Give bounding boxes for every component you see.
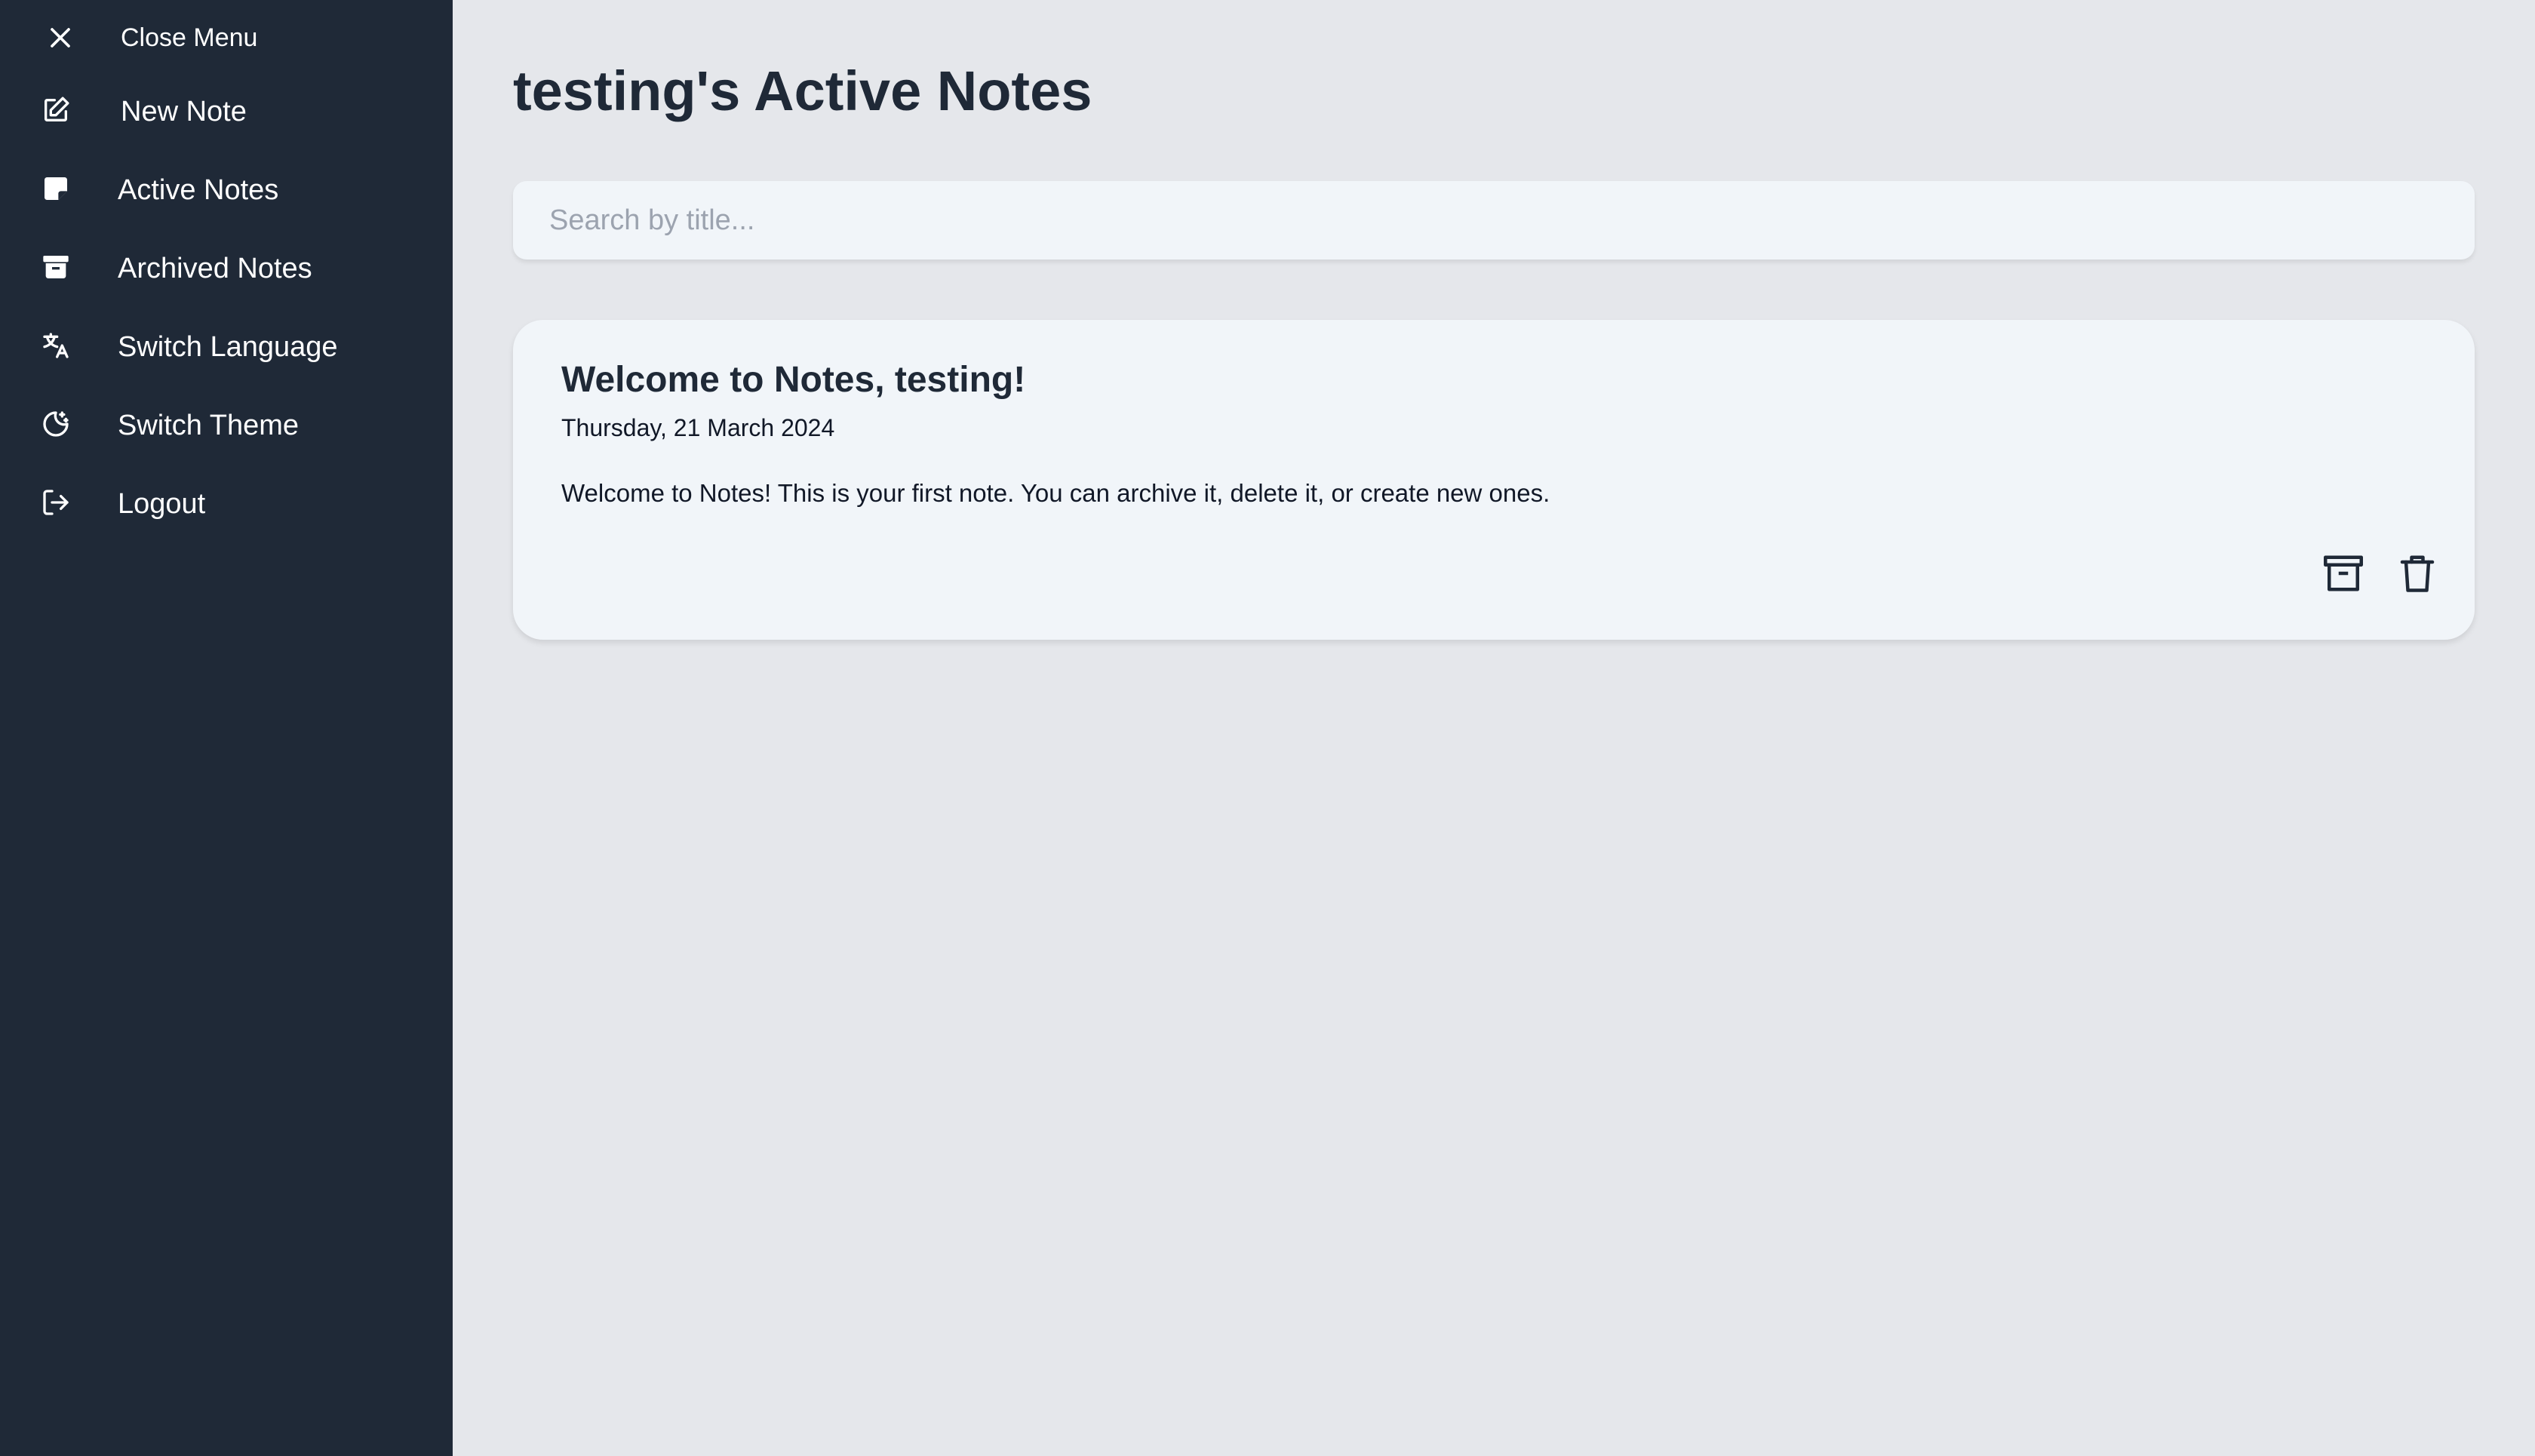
archive-icon <box>2324 555 2363 591</box>
close-menu-label: Close Menu <box>121 23 258 52</box>
note-card[interactable]: Welcome to Notes, testing! Thursday, 21 … <box>513 320 2475 640</box>
edit-icon <box>41 95 71 125</box>
sidebar: Close Menu New Note Active Notes Archive… <box>0 0 453 1456</box>
main-content: testing's Active Notes Welcome to Notes,… <box>453 0 2535 1456</box>
logout-icon <box>41 487 71 518</box>
archive-icon <box>41 252 71 282</box>
search-input[interactable] <box>513 181 2475 260</box>
note-date: Thursday, 21 March 2024 <box>561 414 835 441</box>
note-title[interactable]: Welcome to Notes, testing! <box>561 359 1025 401</box>
translate-icon <box>41 330 71 361</box>
sidebar-item-label: Switch Language <box>118 331 338 363</box>
sidebar-item-label: Archived Notes <box>118 253 312 284</box>
sticky-note-icon <box>41 174 71 204</box>
page-title: testing's Active Notes <box>513 60 1092 122</box>
sidebar-item-archived-notes[interactable]: Archived Notes <box>0 232 453 305</box>
moon-icon <box>41 409 71 439</box>
sidebar-item-logout[interactable]: Logout <box>0 468 453 540</box>
archive-note-button[interactable] <box>2321 551 2366 596</box>
note-body: Welcome to Notes! This is your first not… <box>561 479 1550 507</box>
delete-note-button[interactable] <box>2395 551 2440 596</box>
sidebar-item-label: Switch Theme <box>118 410 300 441</box>
sidebar-item-label: Logout <box>118 488 206 520</box>
app: Close Menu New Note Active Notes Archive… <box>0 0 2535 1456</box>
close-menu-button[interactable]: Close Menu <box>0 0 453 72</box>
close-icon <box>44 21 77 54</box>
sidebar-item-switch-language[interactable]: Switch Language <box>0 311 453 383</box>
sidebar-item-label: Active Notes <box>118 174 279 206</box>
sidebar-item-label: New Note <box>121 96 247 127</box>
trash-icon <box>2400 555 2435 592</box>
sidebar-item-active-notes[interactable]: Active Notes <box>0 154 453 226</box>
sidebar-item-new-note[interactable]: New Note <box>0 75 453 148</box>
sidebar-item-switch-theme[interactable]: Switch Theme <box>0 389 453 462</box>
